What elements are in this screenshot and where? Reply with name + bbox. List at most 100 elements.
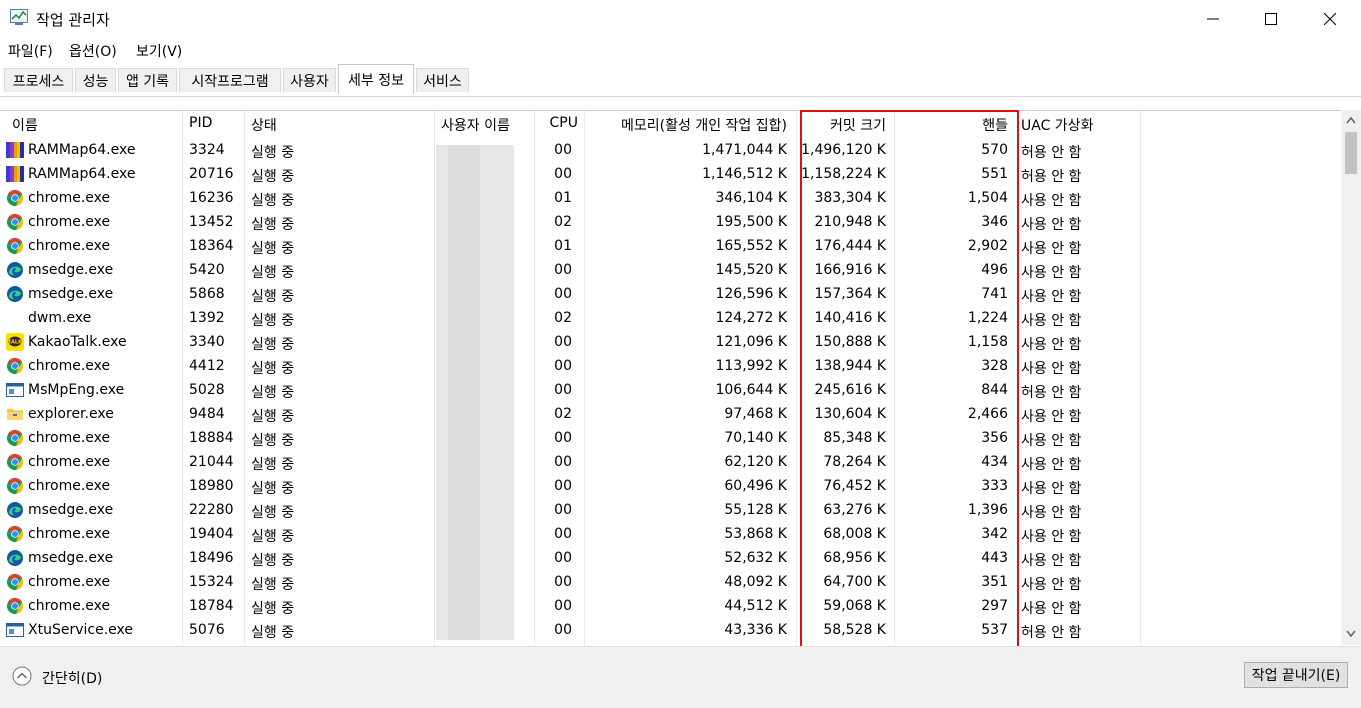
process-uac: 사용 안 함	[1021, 241, 1082, 257]
process-handles: 333	[981, 478, 1008, 494]
close-icon	[1324, 13, 1336, 25]
table-row[interactable]: chrome.exe 18364 실행 중 01 165,552 K 176,444 K 2…	[0, 235, 1341, 259]
kakao-icon: TALK	[6, 333, 24, 351]
chrome-icon	[6, 477, 24, 495]
tab-app-history[interactable]: 앱 기록	[118, 68, 177, 92]
table-row[interactable]: msedge.exe 5868 실행 중 00 126,596 K 157,364 K 74…	[0, 283, 1341, 307]
process-status: 실행 중	[251, 241, 295, 257]
process-name: chrome.exe	[28, 214, 111, 230]
scrollbar-thumb[interactable]	[1345, 132, 1357, 174]
table-row[interactable]: chrome.exe 16236 실행 중 01 346,104 K 383,304 K 1…	[0, 187, 1341, 211]
table-row[interactable]: MsMpEng.exe 5028 실행 중 00 106,644 K 245,616 K 8…	[0, 379, 1341, 403]
process-status: 실행 중	[251, 289, 295, 305]
table-row[interactable]: chrome.exe 4412 실행 중 00 113,992 K 138,944 K 32…	[0, 355, 1341, 379]
process-cpu: 01	[554, 190, 572, 206]
tab-performance[interactable]: 성능	[75, 68, 116, 92]
table-row[interactable]: chrome.exe 21044 실행 중 00 62,120 K 78,264 K 434…	[0, 451, 1341, 475]
process-uac: 사용 안 함	[1021, 481, 1082, 497]
process-uac: 사용 안 함	[1021, 265, 1082, 281]
header-commit-size[interactable]: 커밋 크기	[796, 115, 886, 135]
process-pid: 5420	[189, 262, 225, 278]
table-row[interactable]: explorer.exe 9484 실행 중 02 97,468 K 130,604 K 2…	[0, 403, 1341, 427]
process-commit-size: 59,068 K	[823, 598, 886, 614]
process-memory: 1,471,044 K	[702, 142, 787, 158]
process-memory: 145,520 K	[715, 262, 787, 278]
process-handles: 443	[981, 550, 1008, 566]
process-commit-size: 68,956 K	[823, 550, 886, 566]
process-status: 실행 중	[251, 433, 295, 449]
process-status: 실행 중	[251, 457, 295, 473]
vertical-scrollbar[interactable]	[1341, 110, 1361, 645]
process-pid: 9484	[189, 406, 225, 422]
process-status: 실행 중	[251, 625, 295, 641]
chrome-icon	[6, 597, 24, 615]
table-row[interactable]: chrome.exe 19404 실행 중 00 53,868 K 68,008 K 342…	[0, 523, 1341, 547]
process-memory: 165,552 K	[715, 238, 787, 254]
table-row[interactable]: msedge.exe 22280 실행 중 00 55,128 K 63,276 K 1,3…	[0, 499, 1341, 523]
process-pid: 18884	[189, 430, 234, 446]
header-name[interactable]: 이름	[12, 115, 38, 135]
process-status: 실행 중	[251, 169, 295, 185]
tab-users[interactable]: 사용자	[283, 68, 336, 92]
process-commit-size: 176,444 K	[814, 238, 886, 254]
header-status[interactable]: 상태	[251, 115, 277, 135]
process-name: chrome.exe	[28, 574, 111, 590]
tab-details[interactable]: 세부 정보	[338, 64, 414, 94]
scroll-up-icon[interactable]	[1346, 116, 1356, 124]
process-commit-size: 1,158,224 K	[801, 166, 886, 182]
table-row[interactable]: dwm.exe 1392 실행 중 02 124,272 K 140,416 K 1,224…	[0, 307, 1341, 331]
process-pid: 1392	[189, 310, 225, 326]
process-uac: 사용 안 함	[1021, 193, 1082, 209]
process-commit-size: 138,944 K	[814, 358, 886, 374]
header-handles[interactable]: 핸들	[894, 115, 1008, 135]
table-row[interactable]: chrome.exe 13452 실행 중 02 195,500 K 210,948 K 3…	[0, 211, 1341, 235]
process-uac: 사용 안 함	[1021, 409, 1082, 425]
table-row[interactable]: chrome.exe 18980 실행 중 00 60,496 K 76,452 K 333…	[0, 475, 1341, 499]
close-button[interactable]	[1301, 0, 1359, 38]
header-pid[interactable]: PID	[189, 115, 212, 131]
edge-icon	[6, 501, 24, 519]
table-row[interactable]: chrome.exe 15324 실행 중 00 48,092 K 64,700 K 351…	[0, 571, 1341, 595]
menu-options[interactable]: 옵션(O)	[69, 41, 117, 61]
table-row[interactable]: msedge.exe 5420 실행 중 00 145,520 K 166,916 K 49…	[0, 259, 1341, 283]
tab-processes[interactable]: 프로세스	[4, 68, 73, 92]
process-cpu: 00	[554, 382, 572, 398]
process-status: 실행 중	[251, 193, 295, 209]
process-handles: 551	[981, 166, 1008, 182]
process-name: chrome.exe	[28, 238, 111, 254]
scroll-down-icon[interactable]	[1346, 630, 1356, 638]
process-status: 실행 중	[251, 553, 295, 569]
header-cpu[interactable]: CPU	[534, 115, 578, 131]
end-task-button[interactable]: 작업 끝내기(E)	[1244, 662, 1348, 688]
chevron-up-circle-icon[interactable]	[12, 666, 32, 686]
maximize-button[interactable]	[1242, 0, 1300, 38]
folder-icon	[6, 405, 24, 423]
header-uac[interactable]: UAC 가상화	[1021, 115, 1093, 135]
process-status: 실행 중	[251, 385, 295, 401]
process-cpu: 00	[554, 142, 572, 158]
table-row[interactable]: chrome.exe 18884 실행 중 00 70,140 K 85,348 K 356…	[0, 427, 1341, 451]
table-row[interactable]: TALK KakaoTalk.exe 3340 실행 중 00 121,096 K 150,…	[0, 331, 1341, 355]
tab-startup[interactable]: 시작프로그램	[179, 68, 281, 92]
table-row[interactable]: msedge.exe 18496 실행 중 00 52,632 K 68,956 K 443…	[0, 547, 1341, 571]
header-user[interactable]: 사용자 이름	[441, 115, 510, 135]
fewer-details-link[interactable]: 간단히(D)	[42, 668, 102, 688]
table-row[interactable]: RAMMap64.exe 20716 실행 중 00 1,146,512 K 1,158,…	[0, 163, 1341, 187]
process-name: RAMMap64.exe	[28, 166, 136, 182]
menu-view[interactable]: 보기(V)	[136, 41, 182, 61]
process-memory: 346,104 K	[715, 190, 787, 206]
process-uac: 사용 안 함	[1021, 601, 1082, 617]
process-uac: 사용 안 함	[1021, 361, 1082, 377]
process-uac: 사용 안 함	[1021, 457, 1082, 473]
tab-services[interactable]: 서비스	[416, 68, 469, 92]
menu-file[interactable]: 파일(F)	[8, 41, 53, 61]
rammap-icon	[6, 165, 24, 183]
table-row[interactable]: XtuService.exe 5076 실행 중 00 43,336 K 58,528 K…	[0, 619, 1341, 643]
table-row[interactable]: chrome.exe 18784 실행 중 00 44,512 K 59,068 K 297…	[0, 595, 1341, 619]
minimize-button[interactable]	[1184, 0, 1242, 38]
header-memory[interactable]: 메모리(활성 개인 작업 집합)	[584, 115, 787, 135]
table-row[interactable]: RAMMap64.exe 3324 실행 중 00 1,471,044 K 1,496,1…	[0, 139, 1341, 163]
process-cpu: 00	[554, 334, 572, 350]
process-status: 실행 중	[251, 145, 295, 161]
process-handles: 1,396	[967, 502, 1008, 518]
